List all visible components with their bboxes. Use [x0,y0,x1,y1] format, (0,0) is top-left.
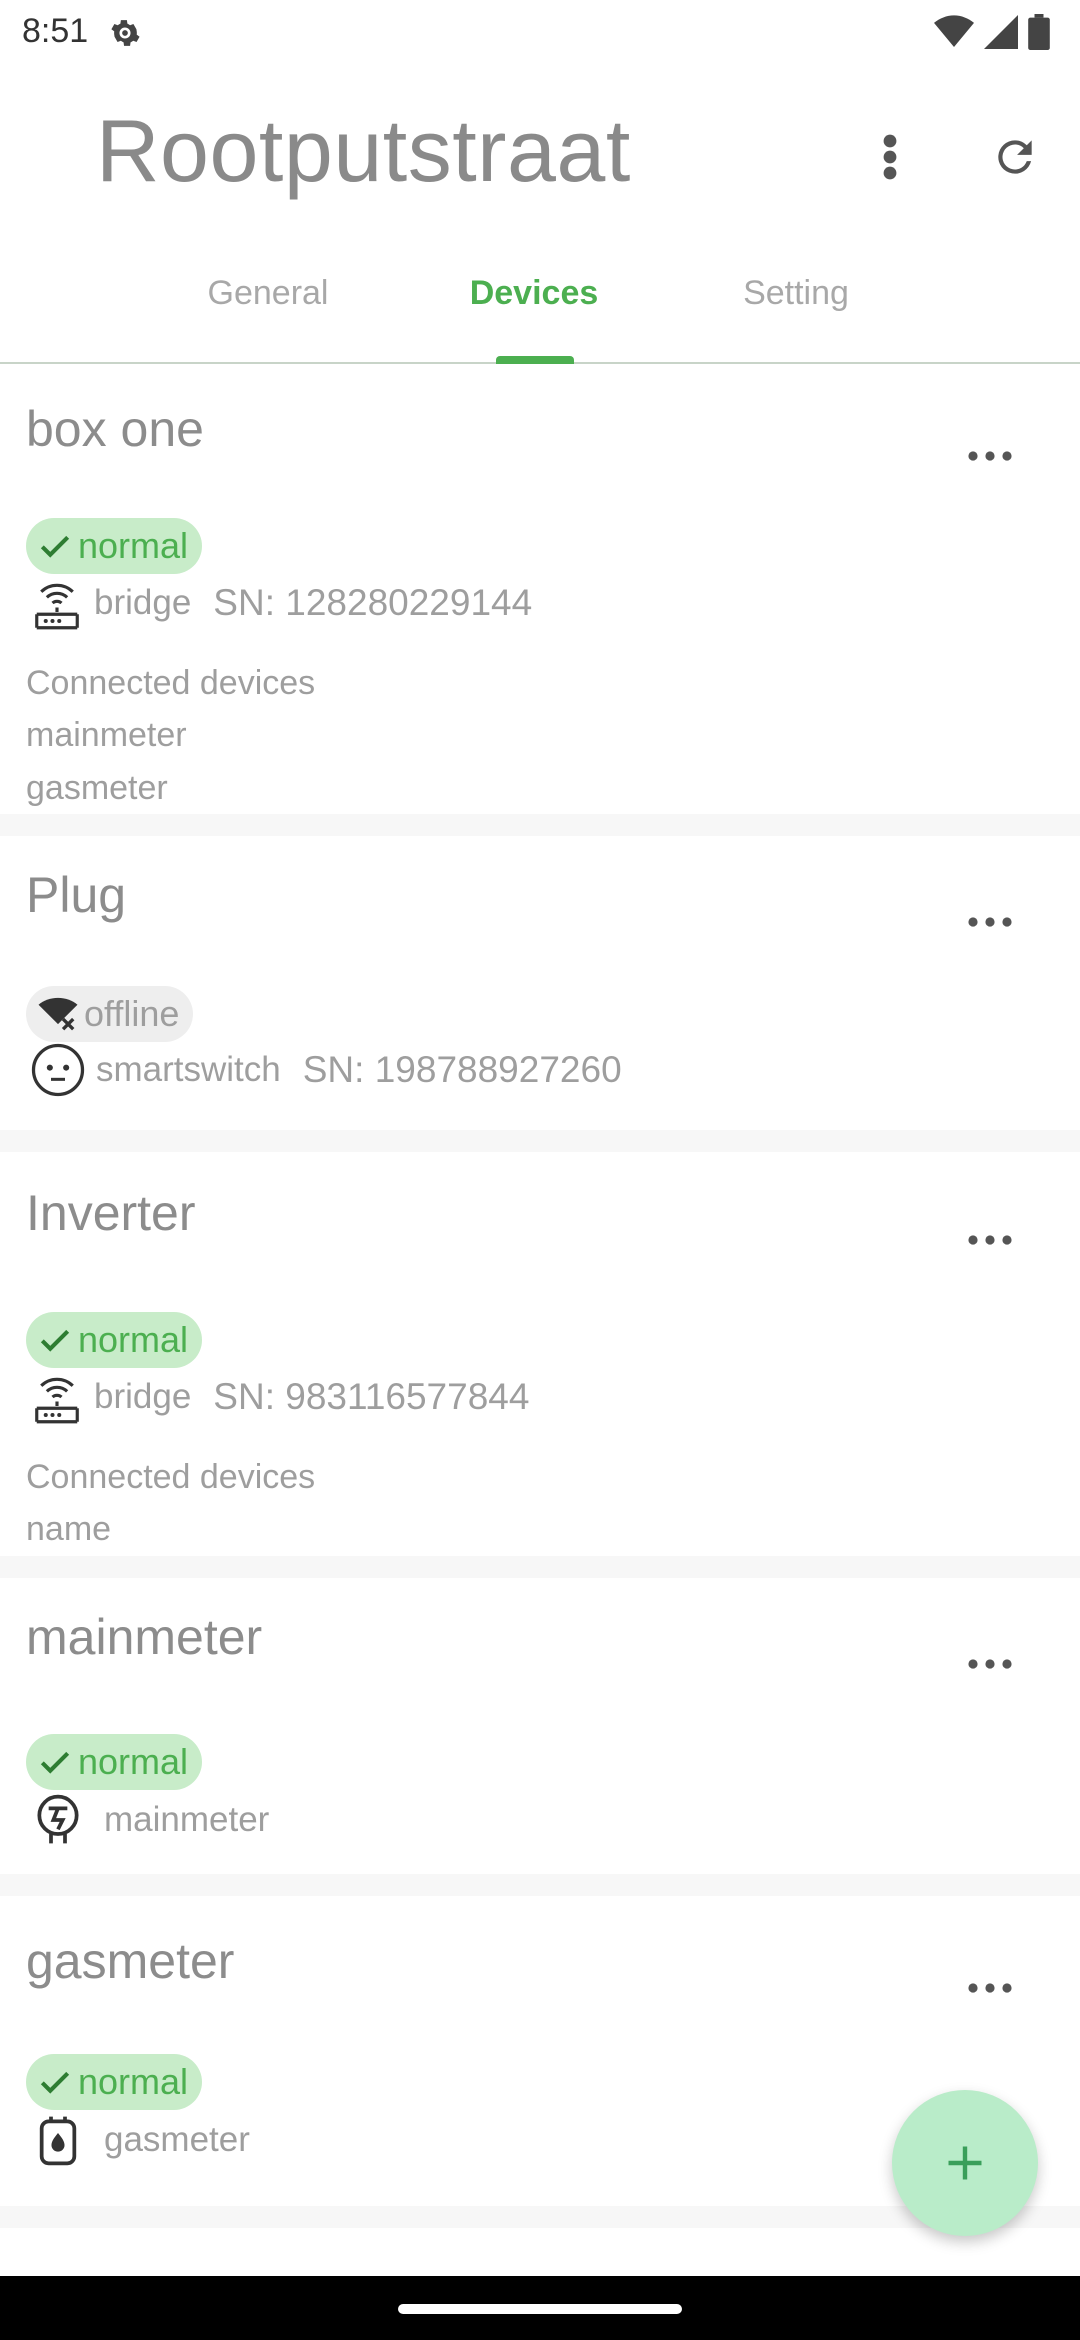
more-horiz-icon [968,1983,1012,1993]
more-horiz-icon [968,451,1012,461]
status-badge: normal [26,2054,203,2110]
home-gesture-handle[interactable] [398,2304,682,2314]
add-icon [948,2146,982,2180]
system-nav-bar [0,2276,1080,2340]
connected-devices-label: Connected devices [26,1458,316,1496]
connected-device-item: name [26,1510,112,1548]
device-card[interactable]: mainmeter normal mainmeter [0,1578,1080,1874]
device-type-row: bridge SN: 128280229144 [30,576,532,630]
wifi-icon [934,15,974,48]
more-horiz-icon [968,917,1012,927]
gas-meter-icon [39,2116,77,2166]
socket-plug-icon [31,1043,85,1097]
device-menu-button[interactable] [960,902,1020,942]
more-horiz-icon [968,1235,1012,1245]
status-label: offline [84,993,180,1034]
device-type: bridge [94,583,192,622]
status-badge: offline [26,986,194,1042]
add-device-button[interactable] [892,2090,1038,2236]
status-icons [934,14,1050,50]
serial-number: SN: 198788927260 [302,1049,622,1090]
device-type: smartswitch [96,1050,281,1089]
device-menu-button[interactable] [960,1220,1020,1260]
connected-device-item: gasmeter [26,769,168,807]
tab-general[interactable]: General [138,274,398,313]
device-name: gasmeter [26,1933,235,1989]
device-name: box one [26,401,204,457]
device-card[interactable]: Inverter normal bridge SN: 983116577844 … [0,1152,1080,1548]
tab-bar: General Devices Setting [0,250,1080,364]
screen: 8:51 Rootputstraat General Devices Setti… [0,0,1080,2340]
active-tab-indicator [496,356,574,364]
status-label: normal [78,1741,189,1782]
serial-number: SN: 128280229144 [213,582,533,623]
device-type-row: mainmeter [30,1792,269,1848]
wifi-off-icon [38,997,78,1031]
check-icon [40,1329,70,1352]
more-horiz-icon [968,1659,1012,1669]
check-icon [40,2071,70,2094]
device-menu-button[interactable] [960,436,1020,476]
battery-icon [1028,14,1050,50]
status-label: normal [78,525,189,566]
device-type: mainmeter [104,1800,270,1839]
status-badge: normal [26,518,203,574]
device-card[interactable]: Plug offline smartswitch SN: 19878892726… [0,836,1080,1130]
card-separator [0,814,1080,836]
card-separator [0,1556,1080,1578]
status-bar: 8:51 [0,0,1080,62]
device-type-row: bridge SN: 983116577844 [30,1370,529,1424]
check-icon [40,535,70,558]
status-label: normal [78,1319,189,1360]
status-time: 8:51 [22,12,89,50]
connected-device-item: mainmeter [26,716,187,754]
device-name: Plug [26,867,127,923]
cell-signal-icon [984,15,1018,49]
bridge-router-icon [35,1377,79,1424]
check-icon [40,1751,70,1774]
settings-gear-icon [111,20,140,46]
app-bar: Rootputstraat [0,62,1080,232]
refresh-button[interactable] [980,122,1050,192]
device-name: mainmeter [26,1609,263,1665]
tab-setting[interactable]: Setting [666,274,926,313]
device-type: gasmeter [104,2120,250,2159]
status-label: normal [78,2061,189,2102]
electric-meter-icon [37,1794,79,1844]
more-vert-icon [883,134,897,180]
serial-number: SN: 983116577844 [213,1376,530,1417]
status-badge: normal [26,1312,203,1368]
device-type-row: gasmeter [30,2112,250,2168]
device-card[interactable]: box one normal bridge SN: 128280229144 C… [0,366,1080,814]
device-menu-button[interactable] [960,1968,1020,2008]
refresh-icon [998,140,1032,174]
device-menu-button[interactable] [960,1644,1020,1684]
card-separator [0,1130,1080,1152]
page-title: Rootputstraat [96,101,631,200]
status-badge: normal [26,1734,203,1790]
device-name: Inverter [26,1185,196,1241]
tab-devices[interactable]: Devices [404,274,664,313]
connected-devices-label: Connected devices [26,664,316,702]
device-type-row: smartswitch SN: 198788927260 [30,1042,622,1098]
card-separator [0,1874,1080,1896]
more-options-button[interactable] [860,122,920,192]
bridge-router-icon [35,583,79,630]
device-type: bridge [94,1377,192,1416]
